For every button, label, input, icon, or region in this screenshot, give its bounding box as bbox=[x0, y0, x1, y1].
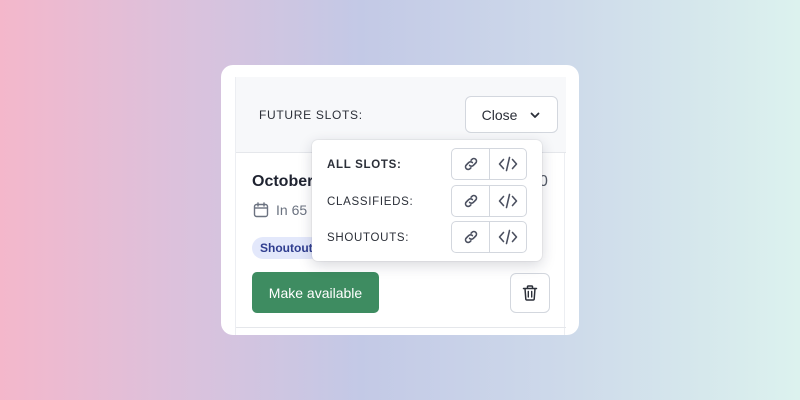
dropdown-row-shoutouts: SHOUTOUTS: bbox=[312, 221, 542, 253]
classifieds-actions bbox=[451, 185, 527, 217]
future-slots-label: FUTURE SLOTS: bbox=[259, 108, 363, 122]
slot-meta: In 65 bbox=[252, 201, 307, 219]
code-icon bbox=[498, 193, 518, 209]
shoutouts-embed-code-button[interactable] bbox=[489, 222, 526, 252]
slot-relative-time: In 65 bbox=[276, 202, 308, 218]
link-icon bbox=[464, 194, 477, 208]
code-icon bbox=[498, 156, 518, 172]
divider bbox=[236, 327, 566, 328]
all-slots-embed-code-button[interactable] bbox=[489, 149, 526, 179]
link-icon bbox=[464, 230, 477, 244]
slot-type-badge: Shoutout bbox=[252, 237, 321, 259]
shoutouts-actions bbox=[451, 221, 527, 253]
all-slots-copy-link-button[interactable] bbox=[452, 149, 489, 179]
classifieds-label: CLASSIFIEDS: bbox=[327, 196, 414, 208]
link-icon bbox=[464, 157, 477, 171]
embed-dropdown-menu: ALL SLOTS: CLASSIFIEDS: SHOUTOUTS: bbox=[312, 140, 542, 261]
close-button-label: Close bbox=[481, 106, 518, 123]
chevron-down-icon bbox=[530, 112, 540, 118]
all-slots-actions bbox=[451, 148, 527, 180]
trash-icon bbox=[522, 285, 538, 301]
code-icon bbox=[498, 229, 518, 245]
classifieds-embed-code-button[interactable] bbox=[489, 186, 526, 216]
shoutouts-label: SHOUTOUTS: bbox=[327, 232, 410, 244]
make-available-button[interactable]: Make available bbox=[252, 272, 379, 313]
classifieds-copy-link-button[interactable] bbox=[452, 186, 489, 216]
calendar-icon bbox=[253, 202, 269, 218]
delete-button[interactable] bbox=[510, 273, 550, 313]
slot-date: October bbox=[252, 173, 314, 190]
dropdown-row-classifieds: CLASSIFIEDS: bbox=[312, 185, 542, 217]
dropdown-row-all-slots: ALL SLOTS: bbox=[312, 148, 542, 180]
close-button[interactable]: Close bbox=[465, 96, 558, 133]
shoutouts-copy-link-button[interactable] bbox=[452, 222, 489, 252]
all-slots-label: ALL SLOTS: bbox=[327, 159, 402, 171]
